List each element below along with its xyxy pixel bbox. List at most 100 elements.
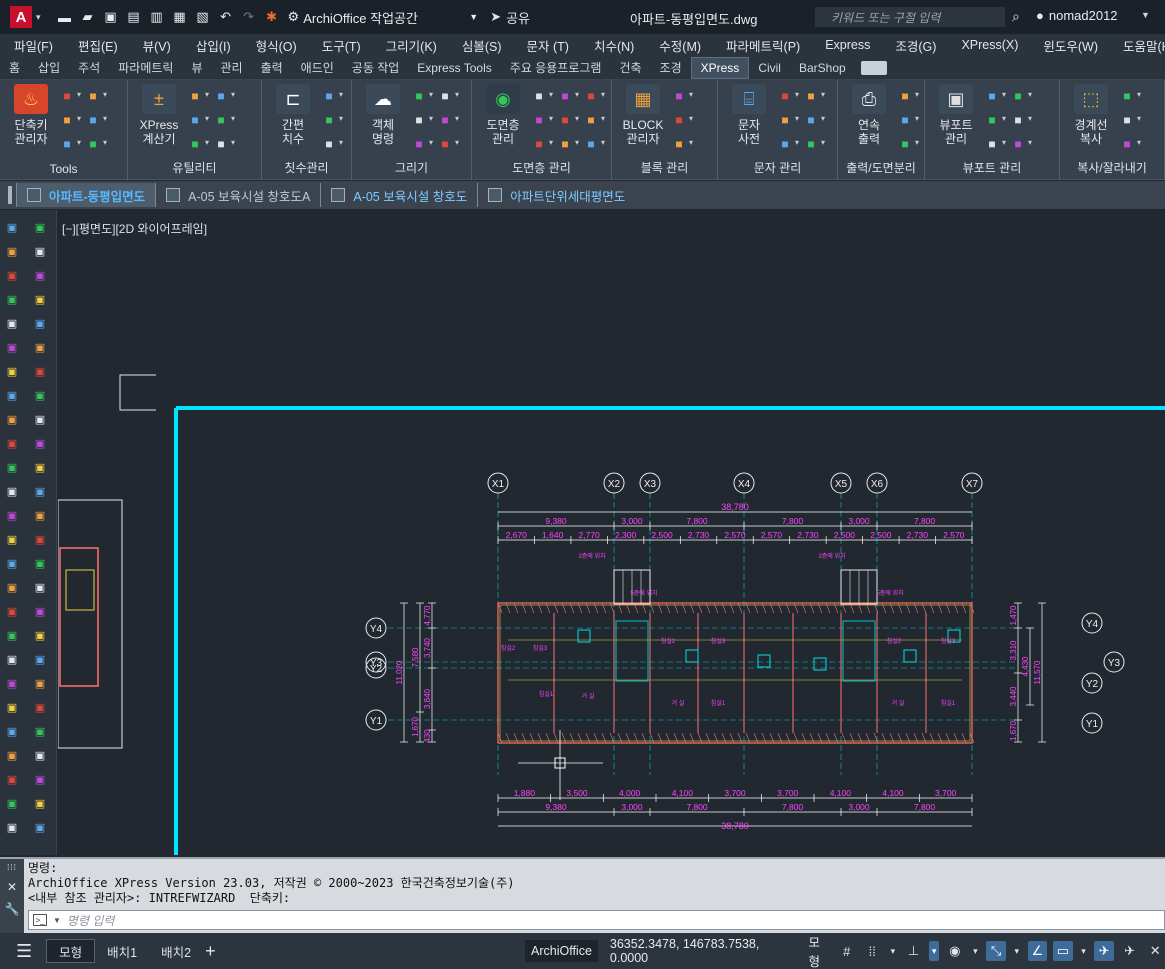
dropdown-arrow-icon[interactable]: ▾: [455, 114, 459, 123]
palette-tool-icon[interactable]: ▣: [31, 674, 49, 693]
palette-tool-icon[interactable]: ▣: [3, 218, 21, 237]
ribbon-tab-7[interactable]: 애드인: [292, 56, 343, 79]
palette-tool-icon[interactable]: ▣: [31, 386, 49, 405]
ribbon-small-tool-icon[interactable]: ■: [556, 112, 574, 128]
menu-item-7[interactable]: 심볼(S): [462, 36, 502, 55]
layout-tab-model[interactable]: 모형: [46, 939, 96, 963]
palette-tool-icon[interactable]: ▣: [31, 722, 49, 741]
palette-tool-icon[interactable]: ▣: [3, 698, 21, 717]
dropdown-arrow-icon[interactable]: ▾: [601, 138, 605, 147]
dropdown-arrow-icon[interactable]: ▾: [205, 138, 209, 147]
new-file-icon[interactable]: ▬: [57, 9, 73, 25]
ribbon-big-button-5[interactable]: ▦ BLOCK 관리자: [620, 84, 666, 146]
ribbon-small-tool-icon[interactable]: ■: [896, 136, 914, 152]
palette-tool-icon[interactable]: ▣: [3, 746, 21, 765]
dropdown-arrow-icon[interactable]: ▾: [103, 114, 107, 123]
ribbon-small-tool-icon[interactable]: ■: [983, 112, 1001, 128]
palette-tool-icon[interactable]: ▣: [31, 458, 49, 477]
ribbon-small-tool-icon[interactable]: ■: [896, 112, 914, 128]
open-sheet-icon[interactable]: ▥: [149, 9, 165, 25]
palette-tool-icon[interactable]: ▣: [3, 314, 21, 333]
ribbon-small-tool-icon[interactable]: ■: [186, 136, 204, 152]
ribbon-small-tool-icon[interactable]: ■: [186, 112, 204, 128]
menu-item-12[interactable]: Express: [825, 38, 870, 52]
dropdown-arrow-icon[interactable]: ▾: [429, 114, 433, 123]
menu-item-10[interactable]: 수정(M): [659, 36, 701, 55]
dropdown-arrow-icon[interactable]: ▾: [103, 138, 107, 147]
status-toggle-icon[interactable]: #: [837, 941, 857, 961]
file-tab-2[interactable]: A-05 보육시설 창호도: [320, 183, 477, 207]
save-icon[interactable]: ▣: [103, 9, 119, 25]
palette-tool-icon[interactable]: ▣: [3, 362, 21, 381]
dropdown-arrow-icon[interactable]: ▾: [795, 138, 799, 147]
undo-icon[interactable]: ↶: [218, 9, 234, 25]
ribbon-small-tool-icon[interactable]: ■: [1009, 136, 1027, 152]
menu-item-4[interactable]: 형식(O): [256, 36, 297, 55]
palette-tool-icon[interactable]: ▣: [3, 410, 21, 429]
ribbon-tab-8[interactable]: 공동 작업: [343, 56, 409, 79]
palette-tool-icon[interactable]: ▣: [31, 554, 49, 573]
palette-tool-icon[interactable]: ▣: [3, 794, 21, 813]
ribbon-small-tool-icon[interactable]: ■: [212, 112, 230, 128]
dropdown-arrow-icon[interactable]: ▾: [103, 90, 107, 99]
status-toggle-icon[interactable]: ⁞⁞: [862, 941, 882, 961]
ribbon-small-tool-icon[interactable]: ■: [1118, 136, 1136, 152]
dropdown-arrow-icon[interactable]: ▾: [1137, 114, 1141, 123]
menu-item-3[interactable]: 삽입(I): [196, 36, 231, 55]
ribbon-small-tool-icon[interactable]: ■: [320, 136, 338, 152]
palette-tool-icon[interactable]: ▣: [3, 290, 21, 309]
ribbon-big-button-8[interactable]: ▣ 뷰포트 관리: [933, 84, 979, 146]
hamburger-menu-icon[interactable]: ☰: [16, 941, 32, 962]
ribbon-big-button-3[interactable]: ☁ 객체 명령: [360, 84, 406, 146]
model-space-toggle[interactable]: 모형: [809, 932, 831, 969]
ribbon-small-tool-icon[interactable]: ■: [802, 88, 820, 104]
menu-item-2[interactable]: 뷰(V): [143, 36, 171, 55]
ribbon-small-tool-icon[interactable]: ■: [1009, 112, 1027, 128]
dropdown-arrow-icon[interactable]: ▾: [575, 90, 579, 99]
ribbon-small-tool-icon[interactable]: ■: [1118, 88, 1136, 104]
dropdown-arrow-icon[interactable]: ▾: [455, 138, 459, 147]
palette-tool-icon[interactable]: ▣: [31, 770, 49, 789]
dropdown-arrow-icon[interactable]: ▾: [601, 114, 605, 123]
dropdown-arrow-icon[interactable]: ▾: [1002, 138, 1006, 147]
dropdown-arrow-icon[interactable]: ▾: [821, 138, 825, 147]
ribbon-tab-12[interactable]: 조경: [651, 56, 691, 79]
dropdown-arrow-icon[interactable]: ▾: [689, 90, 693, 99]
ribbon-small-tool-icon[interactable]: ■: [186, 88, 204, 104]
dropdown-arrow-icon[interactable]: ▾: [1002, 114, 1006, 123]
ribbon-small-tool-icon[interactable]: ■: [320, 88, 338, 104]
palette-tool-icon[interactable]: ▣: [3, 554, 21, 573]
menu-item-6[interactable]: 그리기(K): [386, 36, 437, 55]
dropdown-arrow-icon[interactable]: ▾: [1137, 90, 1141, 99]
status-toggle-icon[interactable]: ▾: [1079, 941, 1089, 961]
ribbon-small-tool-icon[interactable]: ■: [84, 136, 102, 152]
chevron-down-icon[interactable]: ▼: [53, 916, 61, 925]
ribbon-small-tool-icon[interactable]: ■: [58, 88, 76, 104]
dropdown-arrow-icon[interactable]: ▾: [339, 114, 343, 123]
close-icon[interactable]: ✕: [7, 880, 17, 894]
dropdown-arrow-icon[interactable]: ▾: [205, 114, 209, 123]
ribbon-tab-9[interactable]: Express Tools: [408, 58, 500, 78]
command-prompt-icon[interactable]: >_: [33, 914, 47, 926]
palette-tool-icon[interactable]: ▣: [31, 338, 49, 357]
dropdown-arrow-icon[interactable]: ▾: [575, 114, 579, 123]
menu-item-15[interactable]: 윈도우(W): [1043, 36, 1098, 55]
status-toggle-icon[interactable]: ▾: [888, 941, 898, 961]
ribbon-small-tool-icon[interactable]: ■: [1118, 112, 1136, 128]
dropdown-arrow-icon[interactable]: ▾: [455, 90, 459, 99]
ribbon-small-tool-icon[interactable]: ■: [436, 136, 454, 152]
palette-tool-icon[interactable]: ▣: [3, 818, 21, 837]
palette-tool-icon[interactable]: ▣: [31, 530, 49, 549]
palette-tool-icon[interactable]: ▣: [3, 338, 21, 357]
menu-item-0[interactable]: 파일(F): [14, 36, 53, 55]
ribbon-small-tool-icon[interactable]: ■: [802, 136, 820, 152]
ribbon-tab-6[interactable]: 출력: [252, 56, 292, 79]
ribbon-small-tool-icon[interactable]: ■: [410, 136, 428, 152]
menu-item-8[interactable]: 문자 (T): [527, 36, 569, 55]
menu-item-1[interactable]: 편집(E): [78, 36, 118, 55]
palette-tool-icon[interactable]: ▣: [31, 746, 49, 765]
status-toggle-icon[interactable]: ✈: [1094, 941, 1114, 961]
ribbon-small-tool-icon[interactable]: ■: [776, 112, 794, 128]
ribbon-tab-10[interactable]: 주요 응용프로그램: [501, 56, 611, 79]
print-icon[interactable]: ▧: [195, 9, 211, 25]
